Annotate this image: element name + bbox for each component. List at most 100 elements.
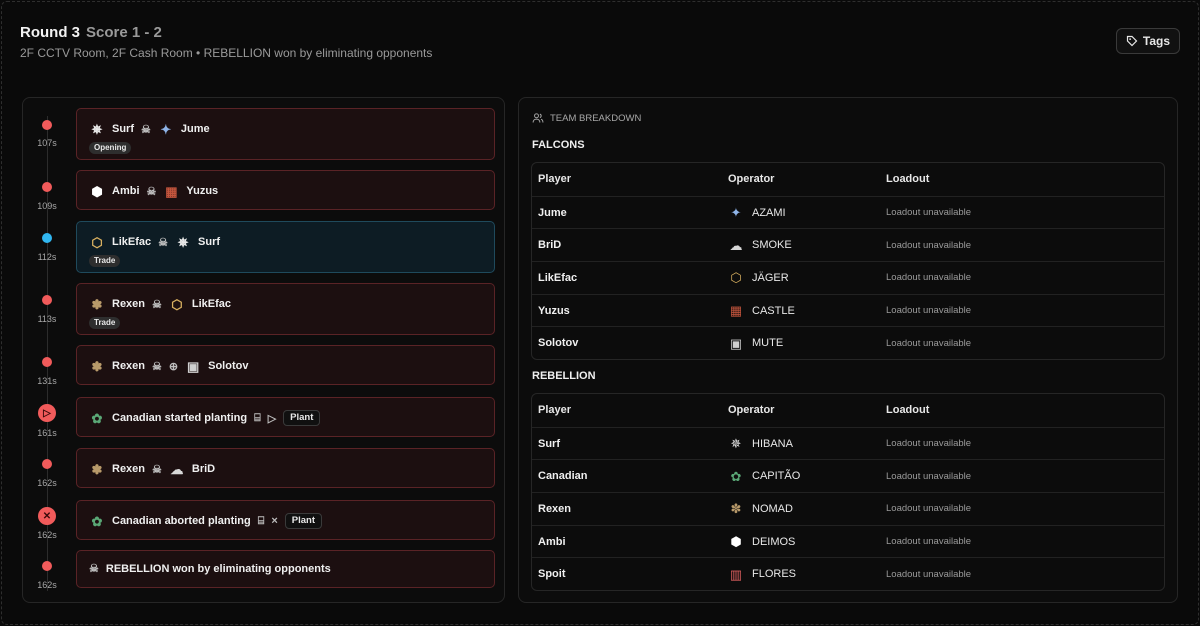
table-row: Jume ✦ AZAMI Loadout unavailable [532, 195, 1164, 229]
loadout-cell: Loadout unavailable [886, 337, 972, 349]
loadout-cell: Loadout unavailable [886, 207, 972, 219]
nomad-icon: ✽ [730, 501, 742, 517]
capitao-icon: ✿ [730, 468, 742, 484]
round-end-text: REBELLION won by eliminating opponents [105, 562, 331, 575]
crosshair-icon: ⊕ [168, 360, 179, 373]
skull-icon: ☠ [152, 360, 162, 373]
timeline-event-round-end[interactable]: ☠ REBELLION won by eliminating opponents [76, 550, 495, 588]
player-name: Canadian [538, 470, 588, 483]
player-name: BriD [538, 239, 562, 252]
team-name-rebellion: REBELLION [532, 370, 596, 382]
operator-cell: ✽ NOMAD [728, 493, 793, 525]
team-name-falcons: FALCONS [532, 139, 585, 151]
timeline-event-plant[interactable]: ✿ Canadian started planting ⌸ ▷ Plant [76, 397, 495, 437]
timeline-event-kill[interactable]: ⬡ LikEfac ☠ ✵ Surf Trade [76, 221, 495, 273]
smoke-icon: ☁ [729, 237, 743, 253]
event-time: 109s [37, 201, 57, 211]
operator-cell: ✵ HIBANA [728, 428, 793, 460]
table-row: BriD ☁ SMOKE Loadout unavailable [532, 228, 1164, 261]
event-time: 107s [37, 138, 57, 148]
event-time: 113s [37, 314, 57, 324]
player-name: Jume [538, 206, 567, 219]
castle-icon: ▦ [165, 183, 178, 199]
loadout-cell: Loadout unavailable [886, 272, 972, 284]
kill-marker [42, 357, 52, 367]
table-row: Rexen ✽ NOMAD Loadout unavailable [532, 492, 1164, 525]
killer-name: LikEfac [112, 236, 152, 248]
timeline-event-plant[interactable]: ✿ Canadian aborted planting ⌸ × Plant [76, 500, 495, 540]
play-icon: ▷ [267, 412, 277, 425]
player-name: LikEfac [538, 271, 578, 284]
operator-cell: ▥ FLORES [728, 558, 796, 590]
col-operator: Operator [728, 173, 775, 186]
operator-name: NOMAD [752, 502, 793, 515]
victim-name: Solotov [208, 360, 249, 372]
player-name: Ambi [538, 535, 566, 548]
deimos-icon: ⬢ [730, 534, 742, 550]
plant-abort-marker: ✕ [38, 507, 56, 525]
player-name: Surf [538, 437, 560, 450]
round-subtitle: 2F CCTV Room, 2F Cash Room • REBELLION w… [20, 46, 433, 60]
event-time: 161s [37, 428, 57, 438]
victim-name: LikEfac [191, 298, 232, 310]
player-name: Spoit [538, 568, 566, 581]
plant-event-text: Canadian aborted planting [112, 515, 251, 527]
kill-marker [42, 295, 52, 305]
event-time: 162s [37, 580, 57, 590]
skull-icon: ☠ [152, 298, 162, 311]
table-row: Spoit ▥ FLORES Loadout unavailable [532, 557, 1164, 590]
timeline-event-kill[interactable]: ✽ Rexen ☠ ⊕ ▣ Solotov [76, 345, 495, 385]
skull-icon: ☠ [141, 123, 151, 136]
jager-icon: ⬡ [91, 234, 103, 250]
table-row: LikEfac ⬡ JÄGER Loadout unavailable [532, 261, 1164, 294]
round-timeline: 107s ✵ Surf ☠ ✦ Jume Opening 109s ⬢ Ambi… [22, 97, 505, 603]
breakdown-title: TEAM BREAKDOWN [532, 112, 641, 124]
timeline-event-kill[interactable]: ⬢ Ambi ☠ ▦ Yuzus [76, 170, 495, 210]
col-loadout: Loadout [886, 404, 930, 417]
col-player: Player [538, 404, 572, 417]
smoke-icon: ☁ [170, 461, 184, 477]
kill-marker [42, 120, 52, 130]
operator-name: AZAMI [752, 206, 786, 219]
event-time: 112s [37, 252, 57, 262]
timeline-event-kill[interactable]: ✽ Rexen ☠ ⬡ LikEfac Trade [76, 283, 495, 335]
kill-marker [42, 182, 52, 192]
plant-pill: Plant [283, 410, 321, 426]
timeline-event-kill[interactable]: ✽ Rexen ☠ ☁ BriD [76, 448, 495, 488]
tag-icon [1126, 35, 1138, 47]
player-name: Yuzus [538, 304, 570, 317]
loadout-cell: Loadout unavailable [886, 239, 972, 251]
breakdown-title-text: TEAM BREAKDOWN [550, 112, 642, 124]
skull-icon: ☠ [89, 563, 99, 575]
kill-marker [42, 233, 52, 243]
round-score: Score 1 - 2 [86, 24, 162, 41]
capitao-icon: ✿ [91, 410, 103, 426]
tags-label: Tags [1142, 34, 1170, 48]
operator-cell: ✿ CAPITÃO [728, 460, 801, 492]
loadout-cell: Loadout unavailable [886, 568, 972, 580]
azami-icon: ✦ [730, 205, 742, 221]
table-header: Player Operator Loadout [532, 163, 1164, 196]
table-row: Yuzus ▦ CASTLE Loadout unavailable [532, 293, 1164, 327]
flores-icon: ▥ [729, 566, 743, 582]
tags-button[interactable]: Tags [1115, 28, 1180, 54]
operator-name: SMOKE [752, 239, 792, 252]
hibana-icon: ✵ [730, 436, 742, 452]
table-header: Player Operator Loadout [532, 394, 1164, 427]
mute-icon: ▣ [186, 358, 200, 374]
col-player: Player [538, 173, 572, 186]
team-breakdown: TEAM BREAKDOWN FALCONS Player Operator L… [518, 97, 1178, 603]
killer-name: Surf [112, 123, 134, 135]
operator-cell: ▣ MUTE [728, 327, 783, 359]
killer-name: Ambi [112, 185, 140, 197]
timeline-event-kill[interactable]: ✵ Surf ☠ ✦ Jume Opening [76, 108, 495, 160]
azami-icon: ✦ [160, 121, 172, 137]
defuser-icon: ⌸ [257, 514, 265, 527]
capitao-icon: ✿ [91, 513, 103, 529]
plant-event-text: Canadian started planting [112, 412, 248, 424]
loadout-cell: Loadout unavailable [886, 470, 972, 482]
rebellion-table: Player Operator Loadout Surf ✵ HIBANA Loa… [531, 393, 1165, 592]
operator-name: CASTLE [752, 304, 795, 317]
nomad-icon: ✽ [91, 358, 103, 374]
victim-name: BriD [191, 463, 216, 475]
